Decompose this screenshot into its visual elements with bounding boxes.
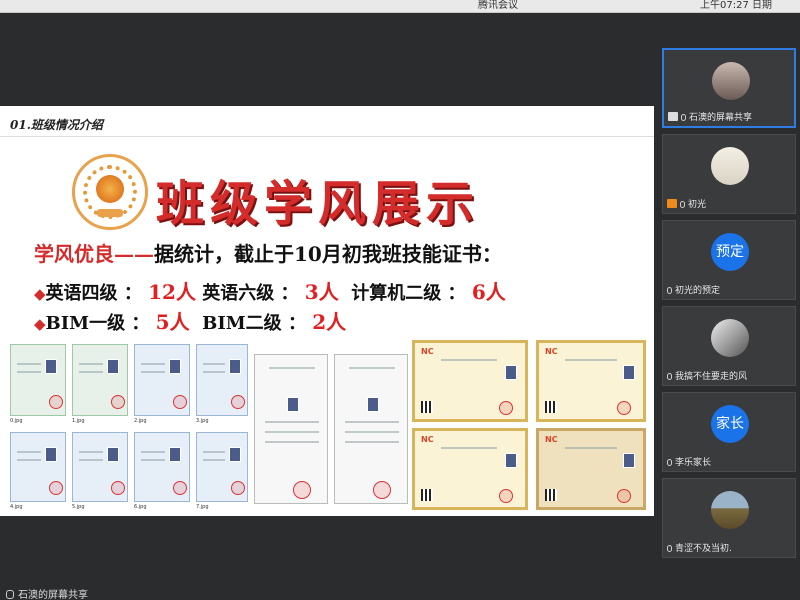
- certificate-image: [10, 344, 66, 416]
- mic-icon: [667, 373, 672, 380]
- computer-certificate-image: NC: [412, 428, 528, 510]
- clock: 上午07:27 日期: [700, 0, 772, 11]
- participant-name: 初光: [688, 200, 707, 210]
- certificate-collage: 0.jpg 1.jpg 2.jpg 3.jpg 4.jpg 5.jpg 6.jp…: [6, 340, 650, 514]
- divider: [0, 136, 654, 137]
- slide-heading: 班级学风展示: [156, 176, 481, 232]
- file-name: 0.jpg: [10, 418, 23, 424]
- photo-avatar-icon: [711, 147, 749, 185]
- participant-name: 我搞不住要走的风: [675, 372, 748, 382]
- mic-icon: [667, 287, 672, 294]
- mic-icon: [667, 545, 672, 552]
- participant-caption: 初光的预定: [667, 283, 720, 296]
- section-title: 01.班级情况介绍: [10, 118, 103, 132]
- text-avatar: 家长: [711, 405, 749, 443]
- photo-avatar-icon: [711, 491, 749, 529]
- mic-icon: [680, 201, 685, 208]
- school-logo-icon: [72, 154, 148, 230]
- participant-caption: 青涩不及当初.: [667, 541, 732, 554]
- intro-highlight: 学风优良——: [34, 242, 154, 266]
- sharer-name: 石澳的屏幕共享: [18, 590, 88, 600]
- participant-name: 青涩不及当初.: [675, 544, 732, 554]
- sharer-label: 石澳的屏幕共享: [6, 586, 88, 600]
- diamond-bullet-icon: ◆: [34, 315, 46, 333]
- participant-caption: 初光: [667, 197, 706, 210]
- participant-name: 李乐家长: [675, 458, 712, 468]
- stat-label: BIM二级 ：: [202, 313, 306, 334]
- mic-icon: [681, 114, 686, 121]
- stat-label: BIM一级 ：: [45, 313, 150, 334]
- logo-sun: [96, 175, 124, 203]
- stat-value: 5人: [155, 310, 190, 334]
- mic-icon: [667, 459, 672, 466]
- window-title: 腾讯会议: [478, 0, 518, 11]
- user-icon: [667, 199, 677, 208]
- stat-row-2: ◆BIM一级 ： 5人 BIM二级 ： 2人: [34, 306, 346, 335]
- stat-label: 英语六级 ：: [202, 283, 299, 304]
- photo-avatar-icon: [712, 62, 750, 100]
- certificate-image: [196, 344, 248, 416]
- participant-tile[interactable]: 我搞不住要走的风: [662, 306, 796, 386]
- stat-label: 英语四级 ：: [45, 283, 142, 304]
- diamond-bullet-icon: ◆: [34, 285, 46, 303]
- stat-value: 6人: [471, 280, 506, 304]
- participant-tile[interactable]: 青涩不及当初.: [662, 478, 796, 558]
- certificate-image: [72, 432, 128, 502]
- photo-avatar-icon: [711, 319, 749, 357]
- stat-value: 12人: [148, 280, 196, 304]
- intro-text: 据统计，截止于10月初我班技能证书：: [154, 242, 502, 266]
- text-avatar: 预定: [711, 233, 749, 271]
- participant-tile[interactable]: 石澳的屏幕共享: [662, 48, 796, 128]
- stat-value: 2人: [312, 310, 347, 334]
- bottom-bar: 石澳的屏幕共享: [0, 584, 800, 600]
- participant-caption: 李乐家长: [667, 455, 711, 468]
- certificate-image: [134, 432, 190, 502]
- mic-icon: [6, 590, 14, 599]
- certificate-image: [196, 432, 248, 502]
- intro-line: 学风优良——据统计，截止于10月初我班技能证书：: [34, 238, 502, 267]
- certificate-image: [10, 432, 66, 502]
- bim-certificate-image: [334, 354, 408, 504]
- logo-ribbon: [97, 209, 123, 217]
- meeting-window: 腾讯会议 上午07:27 日期 01.班级情况介绍 班级学风展示 学风优良——据…: [0, 0, 800, 600]
- participant-tile[interactable]: 家长 李乐家长: [662, 392, 796, 472]
- participant-caption: 我搞不住要走的风: [667, 369, 747, 382]
- participant-tile[interactable]: 预定 初光的预定: [662, 220, 796, 300]
- stat-value: 3人: [304, 280, 339, 304]
- title-bar: 腾讯会议 上午07:27 日期: [0, 0, 800, 13]
- file-name: 2.jpg: [134, 418, 147, 424]
- participant-tile[interactable]: 初光: [662, 134, 796, 214]
- participant-name: 初光的预定: [675, 286, 721, 296]
- participant-name: 石澳的屏幕共享: [689, 113, 753, 123]
- bim-certificate-image: [254, 354, 328, 504]
- file-name: 7.jpg: [196, 504, 209, 510]
- file-name: 1.jpg: [72, 418, 85, 424]
- screen-share-icon: [668, 112, 678, 121]
- file-name: 3.jpg: [196, 418, 209, 424]
- participant-caption: 石澳的屏幕共享: [668, 110, 752, 123]
- file-name: 6.jpg: [134, 504, 147, 510]
- shared-screen: 01.班级情况介绍 班级学风展示 学风优良——据统计，截止于10月初我班技能证书…: [0, 106, 654, 516]
- certificate-image: [134, 344, 190, 416]
- stat-row-1: ◆英语四级 ： 12人 英语六级 ： 3人 计算机二级 ： 6人: [34, 276, 506, 305]
- stat-label: 计算机二级 ：: [351, 283, 466, 304]
- file-name: 5.jpg: [72, 504, 85, 510]
- computer-certificate-image: NC: [536, 340, 646, 422]
- file-name: 4.jpg: [10, 504, 23, 510]
- computer-certificate-image: NC: [412, 340, 528, 422]
- computer-certificate-image: NC: [536, 428, 646, 510]
- certificate-image: [72, 344, 128, 416]
